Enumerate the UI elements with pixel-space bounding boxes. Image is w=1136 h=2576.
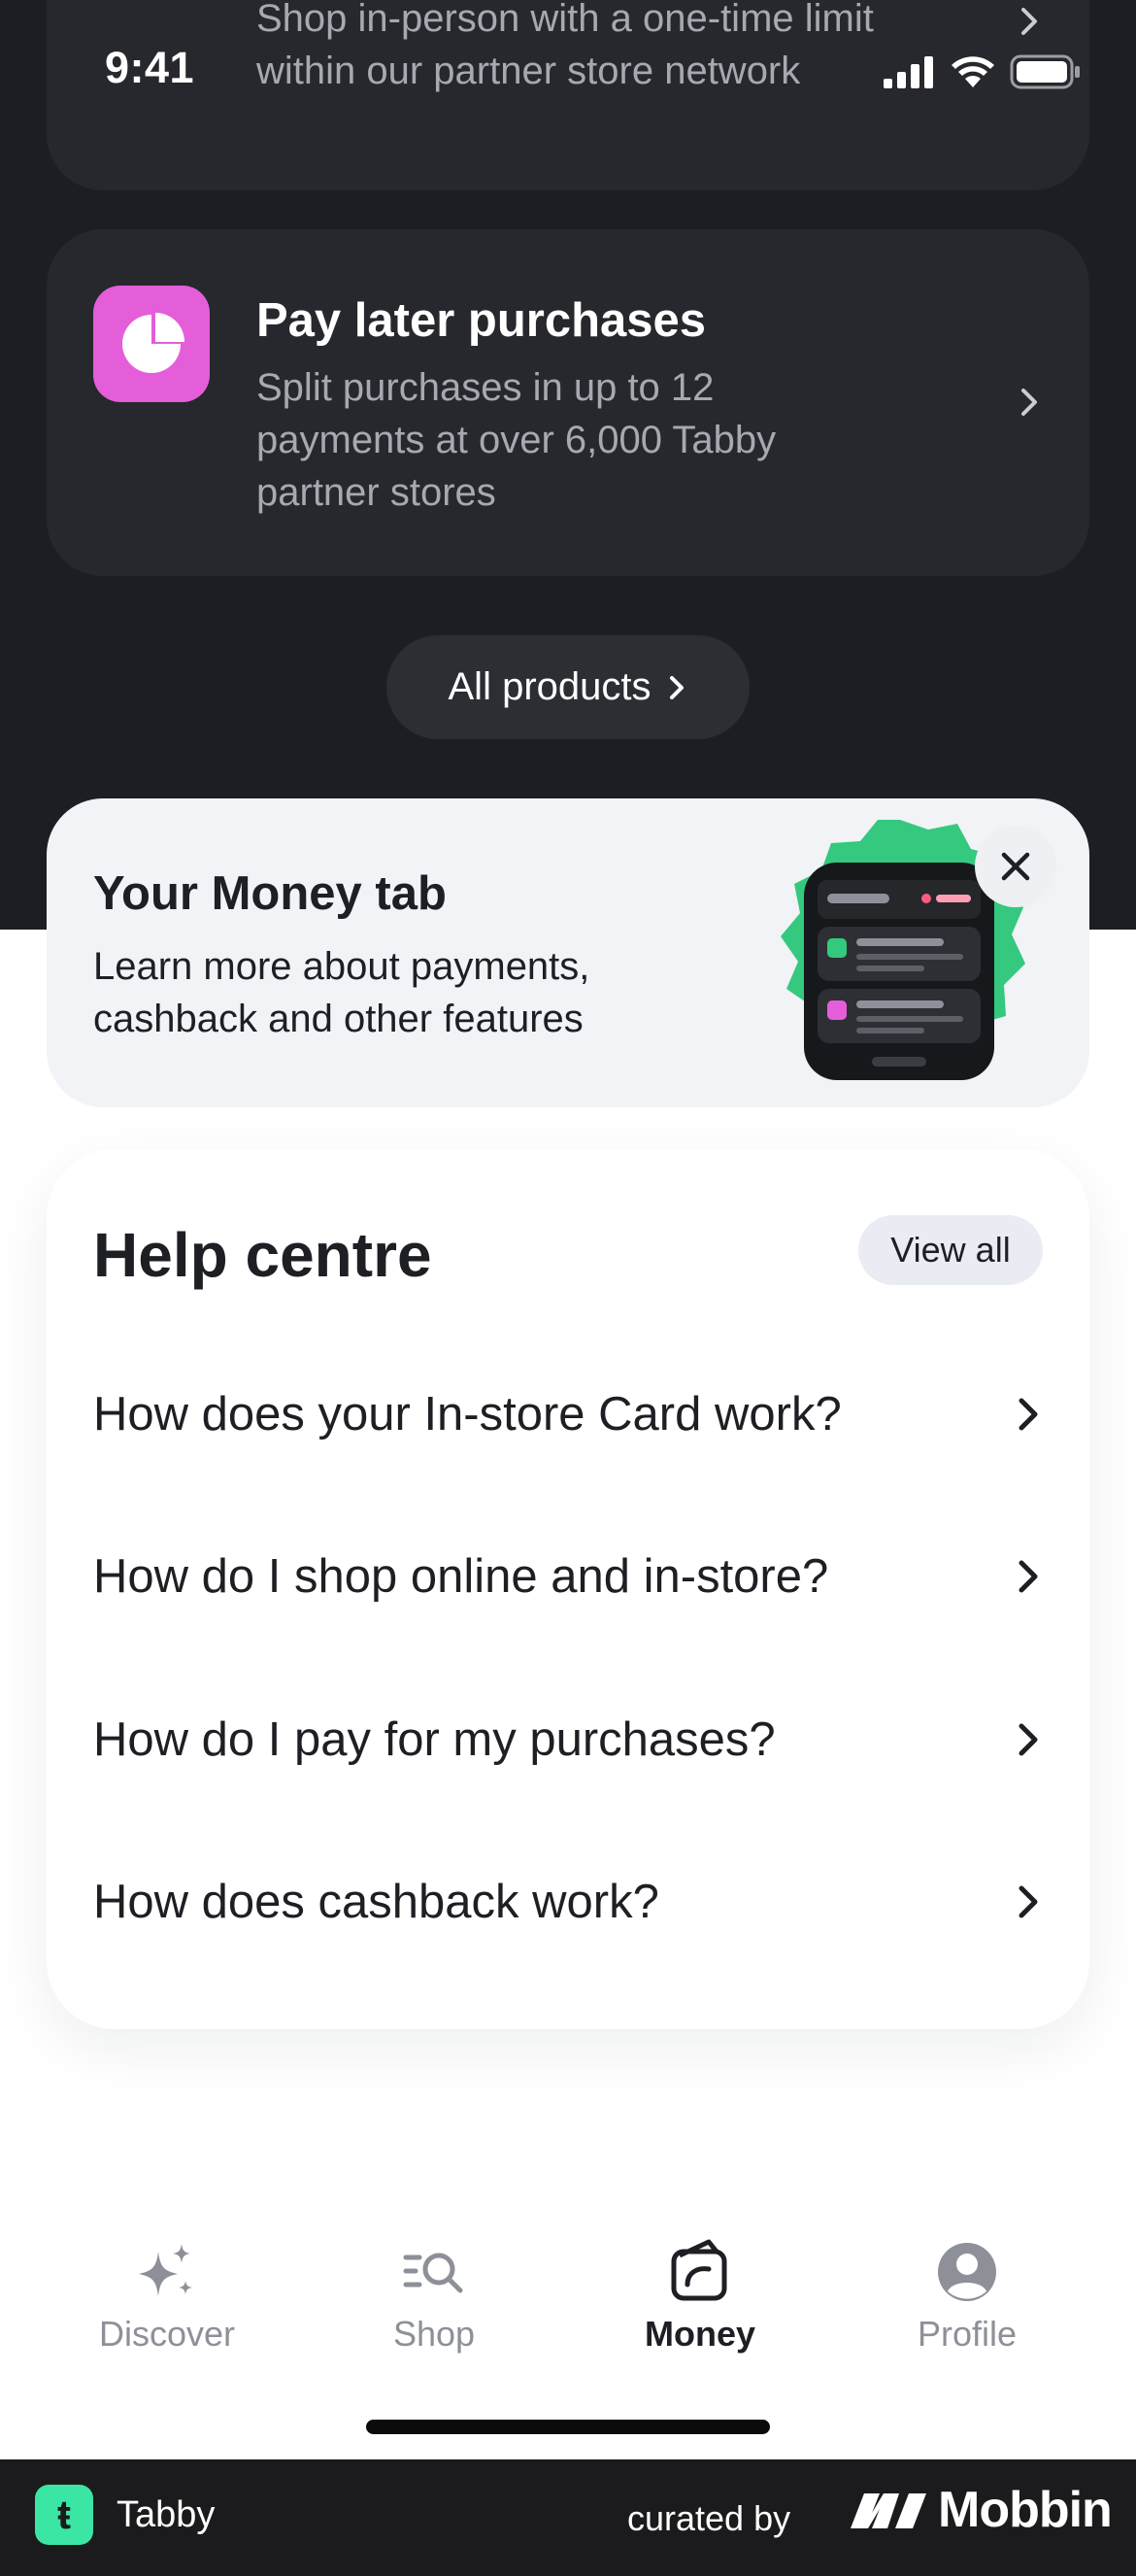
faq-label: How does your In-store Card work? <box>93 1388 842 1441</box>
faq-label: How do I pay for my purchases? <box>93 1713 776 1766</box>
all-products-button[interactable]: All products <box>386 635 750 739</box>
close-banner-button[interactable] <box>975 826 1056 907</box>
wifi-icon <box>952 56 994 87</box>
view-all-button[interactable]: View all <box>858 1215 1043 1285</box>
status-bar: 9:41 <box>0 0 1136 146</box>
mobbin-brand: Mobbin <box>851 2481 1113 2539</box>
status-icons <box>884 54 1082 89</box>
tab-label: Discover <box>98 2314 236 2354</box>
footer-curated-by: curated by <box>627 2498 791 2538</box>
mobbin-brand-label: Mobbin <box>938 2482 1113 2538</box>
faq-label: How does cashback work? <box>93 1876 659 1928</box>
chevron-right-icon <box>1019 1398 1038 1431</box>
wallet-icon <box>671 2239 727 2301</box>
faq-item[interactable]: How does cashback work? <box>93 1839 1043 1965</box>
footer-bar: ŧ Tabby curated by Mobbin <box>0 2459 1136 2576</box>
close-icon <box>1001 852 1030 881</box>
pie-chart-icon <box>93 286 210 402</box>
tab-discover[interactable]: Discover <box>41 2234 293 2380</box>
user-icon <box>938 2243 996 2301</box>
chevron-right-icon <box>670 675 685 699</box>
mobbin-logo-icon <box>851 2493 926 2528</box>
chevron-right-icon <box>1019 1885 1038 1918</box>
tab-money[interactable]: Money <box>574 2234 826 2380</box>
tab-label: Shop <box>392 2314 476 2354</box>
search-list-icon <box>403 2253 463 2293</box>
tab-label: Money <box>644 2314 755 2354</box>
banner-title: Your Money tab <box>93 867 447 920</box>
bottom-tab-bar: Discover Shop Money Profile <box>0 2234 1136 2409</box>
status-time: 9:41 <box>105 43 195 92</box>
faq-label: How do I shop online and in-store? <box>93 1550 829 1603</box>
cellular-signal-icon <box>884 56 933 88</box>
chevron-right-icon <box>1019 1560 1038 1593</box>
help-centre-card: Help centre View all How does your In-st… <box>47 1149 1089 2029</box>
sparkle-icon <box>139 2244 192 2296</box>
help-centre-title: Help centre <box>93 1220 432 1290</box>
faq-item[interactable]: How do I pay for my purchases? <box>93 1677 1043 1803</box>
faq-item[interactable]: How does your In-store Card work? <box>93 1351 1043 1477</box>
chevron-right-icon <box>1021 389 1037 416</box>
tab-shop[interactable]: Shop <box>308 2234 560 2380</box>
product-card-pay-later[interactable]: Pay later purchases Split purchases in u… <box>47 229 1089 576</box>
all-products-label: All products <box>448 665 652 708</box>
banner-description: Learn more about payments, cashback and … <box>93 945 590 1040</box>
tab-label: Profile <box>917 2314 1018 2354</box>
chevron-right-icon <box>1019 1723 1038 1756</box>
tabby-logo-icon: ŧ <box>35 2485 93 2545</box>
product-description: Split purchases in up to 12 payments at … <box>256 366 777 514</box>
home-indicator <box>366 2420 770 2434</box>
footer-app-name: Tabby <box>117 2494 216 2535</box>
battery-icon <box>1010 54 1080 89</box>
faq-item[interactable]: How do I shop online and in-store? <box>93 1513 1043 1640</box>
tab-profile[interactable]: Profile <box>841 2234 1093 2380</box>
product-title: Pay later purchases <box>256 294 707 347</box>
money-tab-banner[interactable]: Your Money tab Learn more about payments… <box>47 798 1089 1107</box>
